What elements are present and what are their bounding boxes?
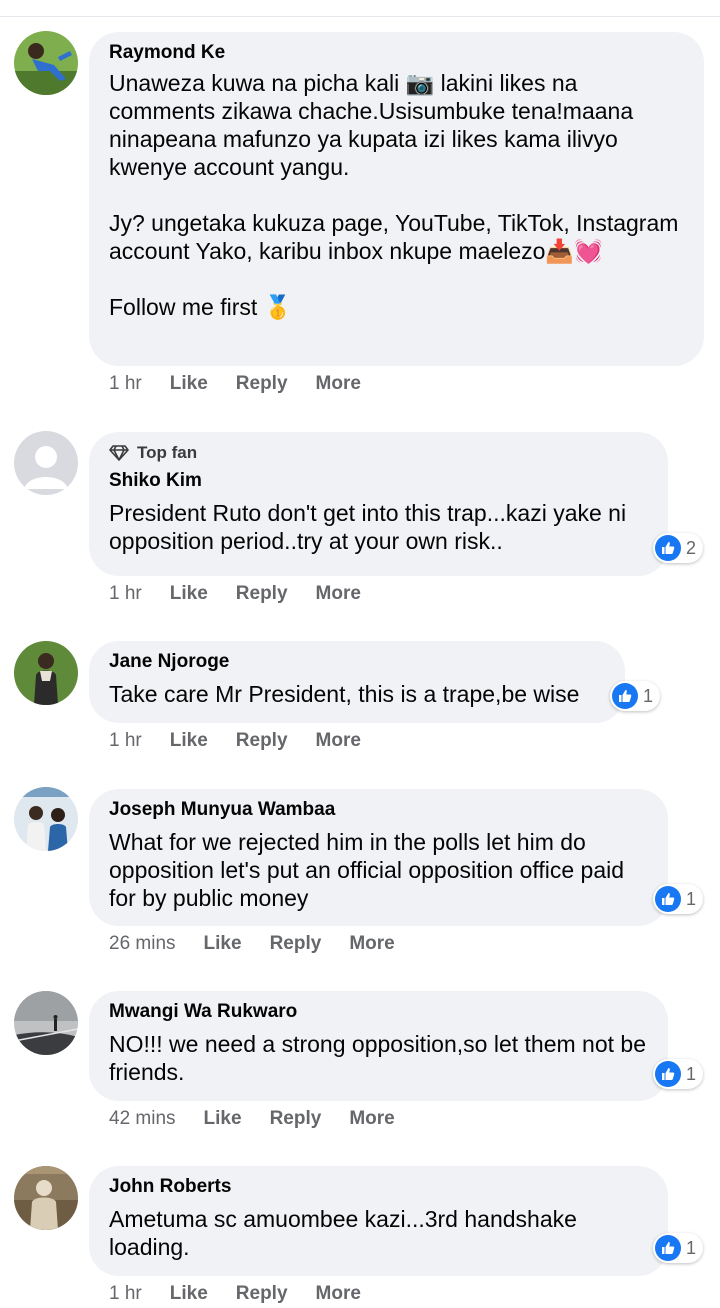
avatar[interactable] <box>14 31 78 95</box>
comment-text: Take care Mr President, this is a trape,… <box>109 681 580 707</box>
comment-author[interactable]: John Roberts <box>109 1175 648 1199</box>
avatar[interactable] <box>14 641 78 705</box>
like-button[interactable]: Like <box>170 372 208 396</box>
comment-text-paragraph-3: Follow me first 🥇 <box>109 294 293 320</box>
comment-time[interactable]: 1 hr <box>109 729 142 753</box>
comment-actions: 1 hr Like Reply More <box>109 729 389 753</box>
more-button[interactable]: More <box>316 582 361 606</box>
comment-author[interactable]: Shiko Kim <box>109 469 648 493</box>
comment-author[interactable]: Jane Njoroge <box>109 650 605 674</box>
like-reaction-icon <box>655 1235 681 1261</box>
comment-author[interactable]: Raymond Ke <box>109 41 684 65</box>
avatar-photo-icon <box>14 641 78 705</box>
avatar-photo-icon <box>14 1166 78 1230</box>
comment-text-paragraph-1: Unaweza kuwa na picha kali 📷 lakini like… <box>109 70 640 180</box>
like-reaction-icon <box>655 1061 681 1087</box>
comment-time[interactable]: 26 mins <box>109 932 176 956</box>
comment-bubble: Mwangi Wa Rukwaro NO!!! we need a strong… <box>89 991 668 1101</box>
reaction-number: 1 <box>686 1063 697 1084</box>
default-avatar-icon <box>14 431 78 495</box>
like-reaction-icon <box>612 683 638 709</box>
avatar[interactable] <box>14 431 78 495</box>
comment-text: NO!!! we need a strong opposition,so let… <box>109 1031 653 1085</box>
like-reaction-icon <box>655 886 681 912</box>
comment-bubble: Jane Njoroge Take care Mr President, thi… <box>89 641 625 723</box>
more-button[interactable]: More <box>349 1107 394 1131</box>
comment-time[interactable]: 1 hr <box>109 582 142 606</box>
avatar-photo-icon <box>14 31 78 95</box>
like-button[interactable]: Like <box>204 1107 242 1131</box>
like-reaction-icon <box>655 535 681 561</box>
top-divider <box>0 16 720 17</box>
reply-button[interactable]: Reply <box>236 1282 288 1306</box>
like-button[interactable]: Like <box>170 729 208 753</box>
reply-button[interactable]: Reply <box>270 932 322 956</box>
reaction-number: 1 <box>643 685 654 706</box>
reply-button[interactable]: Reply <box>236 582 288 606</box>
more-button[interactable]: More <box>316 372 361 396</box>
avatar-photo-icon <box>14 787 78 851</box>
reply-button[interactable]: Reply <box>270 1107 322 1131</box>
diamond-icon <box>109 445 129 461</box>
comment-text: President Ruto don't get into this trap.… <box>109 500 633 554</box>
comment-text: What for we rejected him in the polls le… <box>109 829 631 911</box>
comment-text-paragraph-2: Jy? ungetaka kukuza page, YouTube, TikTo… <box>109 210 685 264</box>
comment-actions: 1 hr Like Reply More <box>109 1282 389 1306</box>
comment-bubble: John Roberts Ametuma sc amuombee kazi...… <box>89 1166 668 1276</box>
comment-actions: 1 hr Like Reply More <box>109 582 389 606</box>
comment-bubble: Top fan Shiko Kim President Ruto don't g… <box>89 432 668 576</box>
comment-actions: 26 mins Like Reply More <box>109 932 423 956</box>
comment-author[interactable]: Joseph Munyua Wambaa <box>109 798 648 822</box>
comment-time[interactable]: 1 hr <box>109 1282 142 1306</box>
avatar[interactable] <box>14 991 78 1055</box>
avatar[interactable] <box>14 787 78 851</box>
reaction-count[interactable]: 1 <box>610 681 661 711</box>
reaction-count[interactable]: 2 <box>653 533 704 563</box>
comment-author[interactable]: Mwangi Wa Rukwaro <box>109 1000 648 1024</box>
more-button[interactable]: More <box>316 1282 361 1306</box>
top-fan-label: Top fan <box>137 443 198 462</box>
more-button[interactable]: More <box>316 729 361 753</box>
reaction-count[interactable]: 1 <box>653 884 704 914</box>
reply-button[interactable]: Reply <box>236 729 288 753</box>
reaction-count[interactable]: 1 <box>653 1059 704 1089</box>
comment-actions: 1 hr Like Reply More <box>109 372 389 396</box>
avatar[interactable] <box>14 1166 78 1230</box>
comment-actions: 42 mins Like Reply More <box>109 1107 423 1131</box>
comment-bubble: Raymond Ke Unaweza kuwa na picha kali 📷 … <box>89 32 704 366</box>
reaction-number: 1 <box>686 888 697 909</box>
comment-time[interactable]: 42 mins <box>109 1107 176 1131</box>
reply-button[interactable]: Reply <box>236 372 288 396</box>
like-button[interactable]: Like <box>204 932 242 956</box>
like-button[interactable]: Like <box>170 1282 208 1306</box>
comment-time[interactable]: 1 hr <box>109 372 142 396</box>
comment-text: Ametuma sc amuombee kazi...3rd handshake… <box>109 1206 584 1260</box>
comment-bubble: Joseph Munyua Wambaa What for we rejecte… <box>89 789 668 926</box>
more-button[interactable]: More <box>349 932 394 956</box>
reaction-number: 1 <box>686 1237 697 1258</box>
like-button[interactable]: Like <box>170 582 208 606</box>
avatar-photo-icon <box>14 991 78 1055</box>
reaction-number: 2 <box>686 537 697 558</box>
reaction-count[interactable]: 1 <box>653 1233 704 1263</box>
top-fan-badge: Top fan <box>109 441 648 465</box>
